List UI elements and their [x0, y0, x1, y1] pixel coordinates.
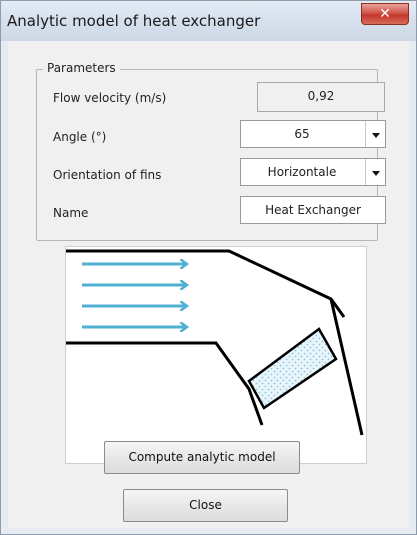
flow-arrows	[82, 264, 186, 327]
close-button[interactable]: Close	[123, 489, 288, 522]
title-bar[interactable]: Analytic model of heat exchanger ✕	[1, 1, 416, 41]
window-close-button[interactable]: ✕	[361, 3, 409, 25]
heat-exchanger-svg	[66, 249, 364, 436]
duct-right-wall	[329, 298, 364, 436]
angle-dropdown-arrow-icon[interactable]	[365, 121, 385, 147]
angle-label: Angle (°)	[53, 130, 107, 144]
dialog-window: Analytic model of heat exchanger ✕ Param…	[0, 0, 417, 535]
orientation-value: Horizontale	[267, 165, 337, 179]
angle-combobox[interactable]: 65	[240, 120, 386, 148]
name-label: Name	[53, 206, 89, 220]
fin-block	[247, 327, 338, 410]
name-input[interactable]: Heat Exchanger	[240, 196, 386, 224]
angle-value: 65	[294, 127, 310, 141]
orientation-label: Orientation of fins	[53, 168, 162, 182]
flow-velocity-field: 0,92	[257, 82, 385, 112]
compute-analytic-model-button[interactable]: Compute analytic model	[104, 441, 300, 474]
parameters-groupbox: Parameters Flow velocity (m/s) 0,92 Angl…	[36, 61, 386, 241]
dialog-client-area: Parameters Flow velocity (m/s) 0,92 Angl…	[8, 41, 409, 528]
duct-lower-wall	[66, 341, 264, 426]
parameters-legend: Parameters	[43, 61, 120, 75]
window-title: Analytic model of heat exchanger	[7, 12, 261, 30]
orientation-dropdown-arrow-icon[interactable]	[365, 159, 385, 185]
flow-velocity-label: Flow velocity (m/s)	[53, 91, 167, 105]
orientation-combobox[interactable]: Horizontale	[240, 158, 386, 186]
heat-exchanger-diagram	[65, 246, 367, 464]
